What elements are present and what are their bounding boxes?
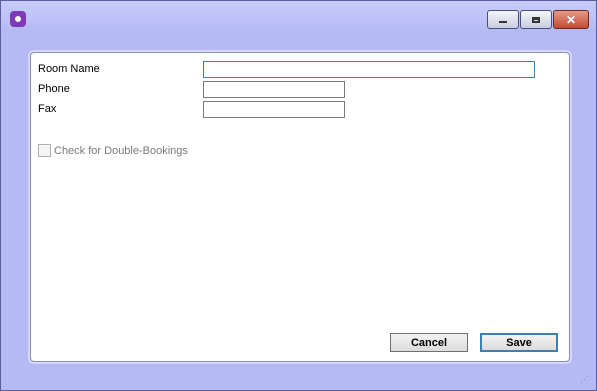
close-icon: ✕ (565, 12, 577, 27)
phone-label: Phone (38, 83, 70, 95)
dialog-window: ✕ Room Name Phone Fax Check for Double-B… (0, 0, 597, 391)
resize-grip-icon[interactable]: ⋰ (580, 374, 592, 386)
fax-input[interactable] (203, 101, 345, 118)
cancel-button[interactable]: Cancel (390, 333, 468, 352)
room-name-input[interactable] (203, 61, 535, 78)
maximize-icon (532, 16, 540, 23)
close-button[interactable]: ✕ (553, 10, 589, 29)
double-booking-label: Check for Double-Bookings (54, 144, 188, 157)
app-icon (10, 11, 26, 27)
double-booking-checkbox[interactable] (38, 144, 51, 157)
room-name-label: Room Name (38, 63, 100, 75)
save-button[interactable]: Save (480, 333, 558, 352)
phone-input[interactable] (203, 81, 345, 98)
form-panel: Room Name Phone Fax Check for Double-Boo… (30, 52, 570, 362)
minimize-icon (499, 21, 507, 23)
maximize-button[interactable] (520, 10, 552, 29)
fax-label: Fax (38, 103, 57, 115)
double-booking-row[interactable]: Check for Double-Bookings (38, 144, 188, 157)
minimize-button[interactable] (487, 10, 519, 29)
